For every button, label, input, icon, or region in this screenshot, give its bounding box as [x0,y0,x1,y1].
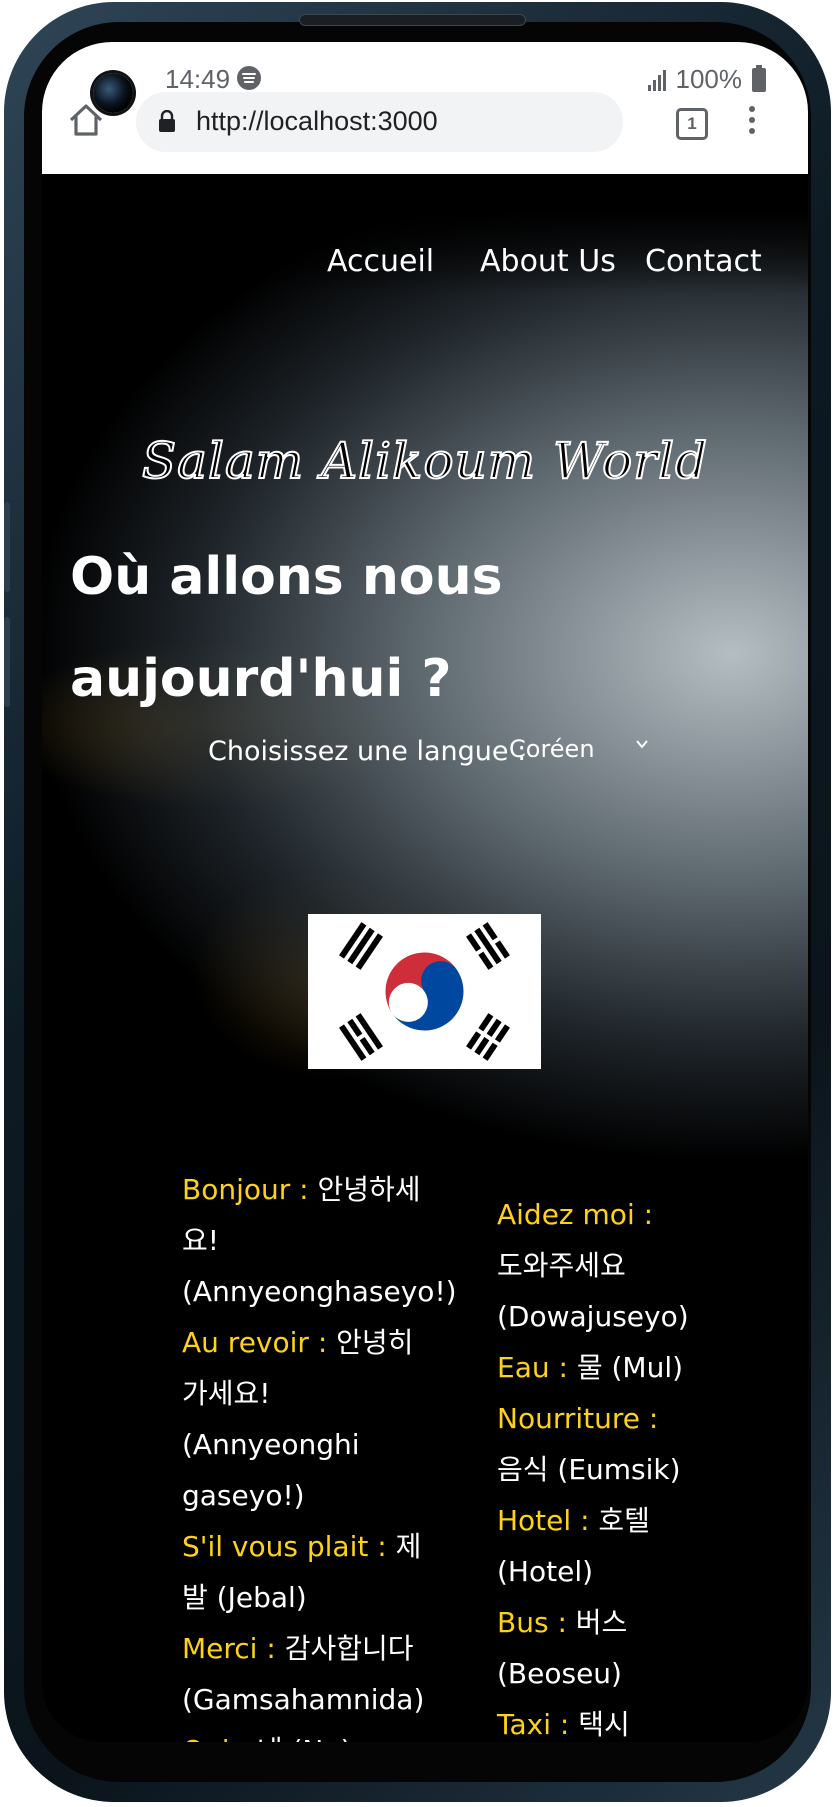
spotify-icon [237,66,261,90]
page-headline: Où allons nous aujourd'hui ? [70,547,503,709]
phrase-item: S'il vous plait : 제발 (Jebal) [182,1521,432,1623]
phrase-french: Au revoir : [182,1326,328,1359]
south-korea-flag [308,914,541,1069]
phrase-item: Aidez moi : 도와주세요 (Dowajuseyo) [497,1189,689,1342]
tabs-button[interactable]: 1 [676,108,708,140]
battery-icon [752,64,766,92]
address-bar[interactable]: http://localhost:3000 [136,92,623,152]
phrase-korean: 도와주세요 (Dowajuseyo) [497,1249,689,1333]
nav-link-contact[interactable]: Contact [645,244,762,279]
phrase-french: Bus : [497,1606,567,1639]
earpiece-speaker [299,14,526,26]
browser-chrome: 14:49 100% http://localhost:3000 1 [42,42,808,174]
url-text: http://localhost:3000 [196,106,438,136]
phrase-french: Aidez moi : [497,1198,654,1231]
phrase-korean: 음식 (Eumsik) [497,1453,681,1486]
phrase-french: Oui : [182,1734,248,1742]
phrase-french: Nourriture : [497,1402,659,1435]
signal-icon [647,69,670,91]
phrase-french: Taxi : [497,1708,570,1741]
status-time: 14:49 [165,64,231,94]
phrase-item: Merci : 감사합니다 (Gamsahamnida) [182,1623,432,1725]
phrase-french: S'il vous plait : [182,1530,387,1563]
lock-icon [159,110,175,132]
phrase-french: Merci : [182,1632,276,1665]
phrase-french: Eau : [497,1351,568,1384]
phrase-item: Nourriture : 음식 (Eumsik) [497,1393,687,1495]
status-indicators: 100% [647,64,766,95]
phone-frame: 14:49 100% http://localhost:3000 1 Accue… [4,2,831,1802]
chevron-down-icon [636,740,648,749]
volume-up-button [4,502,10,592]
phrase-item: Au revoir : 안녕히 가세요! (Annyeonghi gaseyo!… [182,1317,432,1521]
phrase-french: Bonjour : [182,1173,309,1206]
phrase-french: Hotel : [497,1504,590,1537]
language-selected-value: Coréen [509,735,595,763]
language-select[interactable]: Coréen [509,731,649,771]
phrase-item: Oui : 네 (Ne) [182,1725,432,1742]
nav-link-about-us[interactable]: About Us [480,244,616,279]
phrases-left-column: Bonjour : 안녕하세요! (Annyeonghaseyo!) Au re… [182,1164,457,1742]
volume-down-button [4,617,10,707]
language-label: Choisissez une langue : [208,736,527,767]
more-menu-icon[interactable] [748,106,756,138]
web-page: Accueil About Us Contact Salam Alikoum W… [42,174,808,1742]
nav-link-accueil[interactable]: Accueil [327,244,434,279]
phrase-item: Hotel : 호텔 (Hotel) [497,1495,687,1597]
site-logo: Salam Alikoum World [141,431,709,491]
phrase-korean: 네 (Ne) [257,1734,352,1742]
battery-percent: 100% [675,64,743,94]
front-camera [93,73,133,113]
phrase-item: Bus : 버스 (Beoseu) [497,1597,687,1699]
phrases-right-column: Aidez moi : 도와주세요 (Dowajuseyo) Eau : 물 (… [497,1189,689,1742]
phone-screen: 14:49 100% http://localhost:3000 1 Accue… [42,42,808,1742]
phrase-item: Eau : 물 (Mul) [497,1342,687,1393]
phrase-item: Bonjour : 안녕하세요! (Annyeonghaseyo!) [182,1164,457,1317]
phrase-item: Taxi : 택시 (Taegsi) [497,1699,687,1742]
phrase-korean: 물 (Mul) [576,1351,684,1384]
